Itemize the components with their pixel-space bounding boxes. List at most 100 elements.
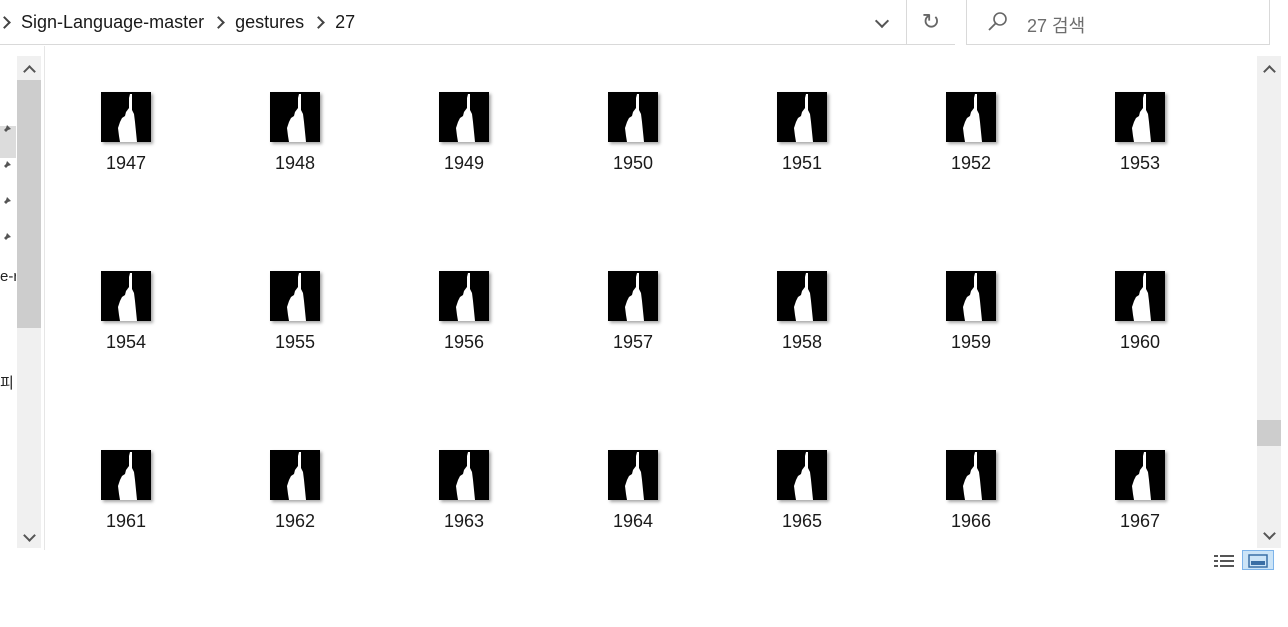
- file-item[interactable]: 1963: [414, 448, 514, 548]
- image-thumbnail: [101, 92, 151, 142]
- large-icons-view-glyph: [1248, 554, 1268, 568]
- scroll-down-icon[interactable]: [1257, 526, 1281, 546]
- image-thumbnail: [608, 92, 658, 142]
- breadcrumb-item[interactable]: Sign-Language-master: [21, 10, 204, 35]
- image-thumbnail: [777, 271, 827, 321]
- scrollbar-thumb[interactable]: [1257, 420, 1281, 446]
- file-name: 1962: [274, 511, 316, 531]
- chevron-down-icon[interactable]: [872, 14, 894, 32]
- file-row: 1961 1962 1963 1964 1965 1966 1967: [76, 448, 1256, 627]
- file-name: 1964: [612, 511, 654, 531]
- file-item[interactable]: 1947: [76, 90, 176, 190]
- scroll-up-icon[interactable]: [1257, 58, 1281, 78]
- file-name: 1966: [950, 511, 992, 531]
- content-scrollbar[interactable]: [1257, 56, 1281, 548]
- file-item[interactable]: 1964: [583, 448, 683, 548]
- file-name: 1963: [443, 511, 485, 531]
- image-thumbnail: [270, 271, 320, 321]
- image-thumbnail: [439, 271, 489, 321]
- pin-icon[interactable]: [0, 196, 12, 208]
- image-thumbnail: [270, 450, 320, 500]
- file-name: 1961: [105, 511, 147, 531]
- file-item[interactable]: 1966: [921, 448, 1021, 548]
- file-name: 1958: [781, 332, 823, 352]
- search-placeholder: 27 검색: [1027, 16, 1086, 36]
- file-name: 1953: [1119, 153, 1161, 173]
- search-input[interactable]: 27 검색: [966, 0, 1270, 45]
- file-name: 1951: [781, 153, 823, 173]
- image-thumbnail: [1115, 450, 1165, 500]
- image-thumbnail: [439, 450, 489, 500]
- file-item[interactable]: 1958: [752, 269, 852, 369]
- large-icons-view-icon[interactable]: [1242, 550, 1274, 570]
- file-item[interactable]: 1950: [583, 90, 683, 190]
- image-thumbnail: [1115, 271, 1165, 321]
- search-icon: [988, 12, 1007, 31]
- pin-icon[interactable]: [0, 232, 12, 244]
- image-thumbnail: [439, 92, 489, 142]
- file-item[interactable]: 1967: [1090, 448, 1190, 548]
- file-item[interactable]: 1948: [245, 90, 345, 190]
- file-name: 1967: [1119, 511, 1161, 531]
- file-item[interactable]: 1949: [414, 90, 514, 190]
- chevron-right-icon[interactable]: [212, 16, 225, 29]
- scrollbar-thumb[interactable]: [17, 80, 41, 328]
- file-item[interactable]: 1955: [245, 269, 345, 369]
- file-item[interactable]: 1965: [752, 448, 852, 548]
- file-name: 1955: [274, 332, 316, 352]
- file-name: 1959: [950, 332, 992, 352]
- pin-icon[interactable]: [0, 124, 12, 136]
- chevron-right-icon[interactable]: [312, 16, 326, 29]
- file-item[interactable]: 1962: [245, 448, 345, 548]
- nav-item-label[interactable]: e-r: [0, 268, 16, 285]
- file-item[interactable]: 1954: [76, 269, 176, 369]
- pin-icon[interactable]: [0, 160, 12, 172]
- status-bar: [0, 550, 1288, 570]
- file-grid: 1947 1948 1949 1950 1951 1952 1953 1954 1955 1956…: [76, 90, 1256, 627]
- image-thumbnail: [946, 271, 996, 321]
- image-thumbnail: [1115, 92, 1165, 142]
- file-name: 1956: [443, 332, 485, 352]
- file-name: 1957: [612, 332, 654, 352]
- file-row: 1947 1948 1949 1950 1951 1952 1953: [76, 90, 1256, 269]
- details-view-icon[interactable]: [1213, 552, 1235, 570]
- scroll-up-icon[interactable]: [17, 58, 41, 78]
- image-thumbnail: [777, 92, 827, 142]
- chevron-right-icon[interactable]: [0, 16, 11, 29]
- nav-scrollbar[interactable]: [17, 56, 41, 548]
- file-item[interactable]: 1953: [1090, 90, 1190, 190]
- file-name: 1965: [781, 511, 823, 531]
- file-name: 1954: [105, 332, 147, 352]
- file-name: 1948: [274, 153, 316, 173]
- file-name: 1952: [950, 153, 992, 173]
- file-name: 1950: [612, 153, 654, 173]
- image-thumbnail: [101, 271, 151, 321]
- file-item[interactable]: 1957: [583, 269, 683, 369]
- image-thumbnail: [946, 450, 996, 500]
- breadcrumb: Sign-Language-master gestures 27: [0, 0, 355, 45]
- file-list[interactable]: 1947 1948 1949 1950 1951 1952 1953 1954 1955 1956…: [46, 46, 1256, 550]
- file-name: 1949: [443, 153, 485, 173]
- refresh-icon[interactable]: ↻: [918, 9, 944, 35]
- scroll-down-icon[interactable]: [17, 528, 41, 548]
- file-item[interactable]: 1960: [1090, 269, 1190, 369]
- file-item[interactable]: 1951: [752, 90, 852, 190]
- image-thumbnail: [946, 92, 996, 142]
- file-item[interactable]: 1956: [414, 269, 514, 369]
- image-thumbnail: [608, 450, 658, 500]
- address-bar[interactable]: Sign-Language-master gestures 27 ↻: [0, 0, 955, 45]
- file-row: 1954 1955 1956 1957 1958 1959 1960: [76, 269, 1256, 448]
- image-thumbnail: [101, 450, 151, 500]
- file-item[interactable]: 1952: [921, 90, 1021, 190]
- file-item[interactable]: 1959: [921, 269, 1021, 369]
- divider: [906, 0, 907, 45]
- nav-item-label[interactable]: 피: [0, 372, 16, 393]
- file-name: 1960: [1119, 332, 1161, 352]
- file-item[interactable]: 1961: [76, 448, 176, 548]
- breadcrumb-item[interactable]: 27: [335, 10, 355, 35]
- file-name: 1947: [105, 153, 147, 173]
- image-thumbnail: [608, 271, 658, 321]
- image-thumbnail: [270, 92, 320, 142]
- image-thumbnail: [777, 450, 827, 500]
- breadcrumb-item[interactable]: gestures: [235, 10, 304, 35]
